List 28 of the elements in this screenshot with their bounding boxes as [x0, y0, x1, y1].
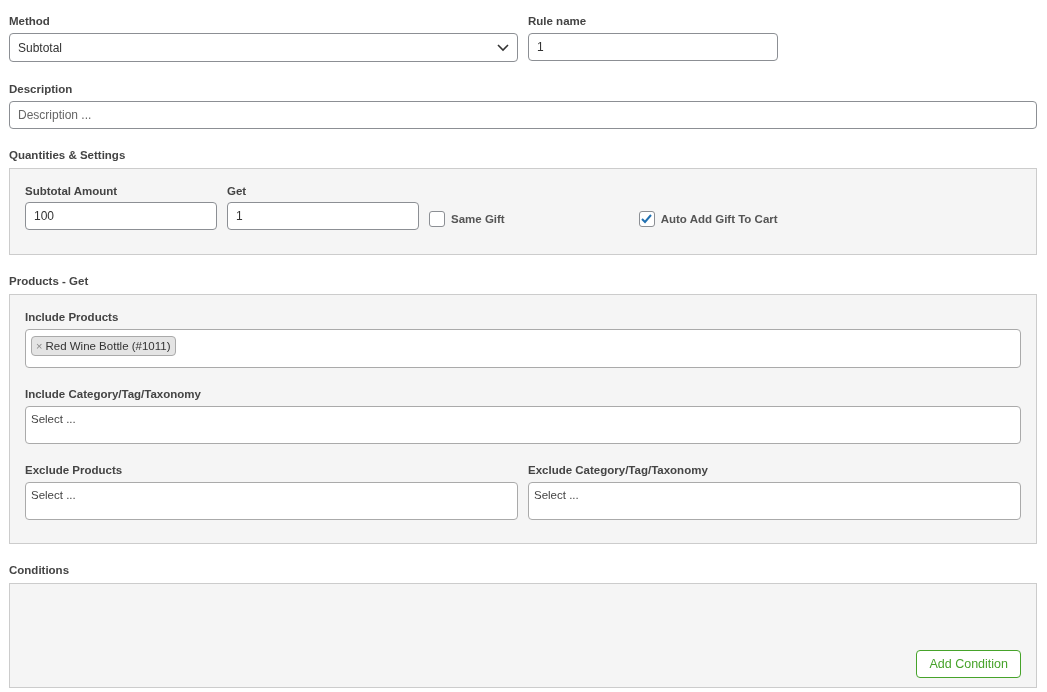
select-field[interactable]: Select ... [25, 482, 518, 520]
rule-name-field[interactable]: 1 [528, 33, 778, 61]
field-label: Exclude Category/Tag/Taxonomy [528, 464, 709, 476]
section-title: Conditions [9, 564, 71, 576]
field-label: Include Products [25, 311, 120, 323]
chevron-down-icon [497, 43, 509, 52]
checkbox-label: Same Gift [451, 212, 505, 225]
include-products-field[interactable]: × Red Wine Bottle (#1011) [25, 329, 1021, 368]
field-label: Rule name [528, 15, 588, 27]
section-title: Quantities & Settings [9, 149, 127, 161]
product-tag[interactable]: × Red Wine Bottle (#1011) [31, 336, 176, 356]
field-label: Subtotal Amount [25, 185, 119, 197]
section-title: Products - Get [9, 275, 90, 287]
checkbox[interactable] [638, 210, 655, 227]
field-label: Method [9, 15, 51, 27]
checkmark-icon [641, 213, 653, 224]
field-label: Exclude Products [25, 464, 124, 476]
description-field[interactable]: Description ... [9, 101, 1037, 129]
field-label: Get [227, 185, 248, 197]
select-field[interactable]: Select ... [25, 406, 1021, 444]
checkbox-label: Auto Add Gift To Cart [660, 212, 778, 225]
checkbox[interactable] [429, 210, 445, 227]
number-field[interactable]: 100 [25, 202, 217, 230]
number-field[interactable]: 1 [227, 202, 419, 230]
select-field[interactable]: Select ... [528, 482, 1021, 520]
field-label: Include Category/Tag/Taxonomy [25, 388, 202, 400]
method-select[interactable]: Subtotal [9, 33, 518, 62]
field-label: Description [9, 83, 74, 95]
